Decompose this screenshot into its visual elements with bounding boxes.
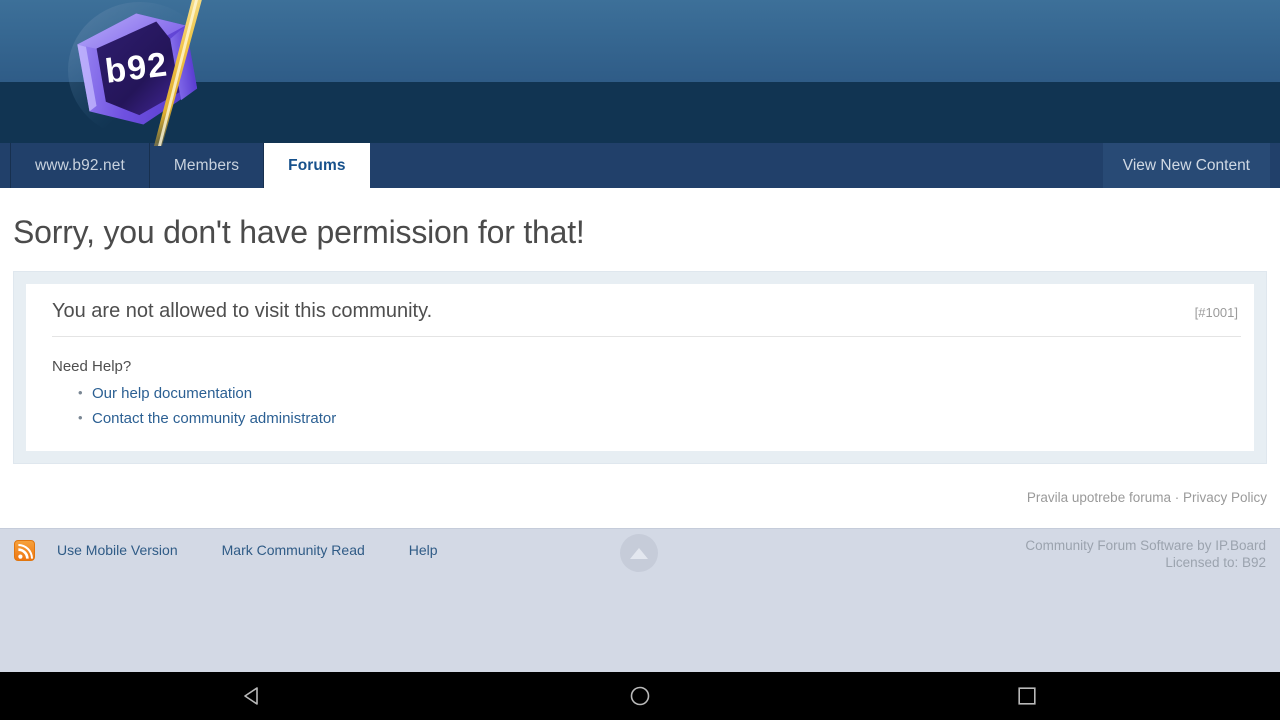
help-documentation-link[interactable]: Our help documentation — [92, 385, 252, 402]
recents-button[interactable] — [967, 672, 1087, 720]
message-header: You are not allowed to visit this commun… — [52, 300, 1241, 337]
contact-administrator-link[interactable]: Contact the community administrator — [92, 410, 336, 427]
policy-separator: · — [1170, 490, 1183, 505]
need-help-label: Need Help? — [52, 358, 132, 375]
forum-rules-link[interactable]: Pravila upotrebe foruma — [1027, 490, 1171, 505]
arrow-up-icon — [630, 547, 648, 559]
view-new-content-link[interactable]: View New Content — [1102, 143, 1270, 188]
use-mobile-version-link[interactable]: Use Mobile Version — [57, 542, 178, 558]
help-links-list: Our help documentation Contact the commu… — [52, 380, 1241, 431]
site-header-banner: b92 — [0, 0, 1280, 146]
privacy-policy-link[interactable]: Privacy Policy — [1183, 490, 1267, 505]
recents-icon — [1018, 687, 1036, 705]
tab-www-b92-net[interactable]: www.b92.net — [10, 143, 150, 188]
main-content: Sorry, you don't have permission for tha… — [0, 188, 1280, 528]
error-code: [#1001] — [1194, 305, 1238, 320]
page-title: Sorry, you don't have permission for tha… — [13, 214, 585, 250]
android-system-nav — [0, 672, 1280, 720]
permission-message-container: You are not allowed to visit this commun… — [13, 271, 1267, 464]
home-icon — [630, 686, 650, 706]
footer-credit-software: Community Forum Software by IP.Board — [1025, 538, 1266, 553]
back-icon — [244, 687, 259, 705]
policy-links: Pravila upotrebe foruma · Privacy Policy — [13, 464, 1267, 527]
footer-credit: Community Forum Software by IP.Board Lic… — [1025, 537, 1266, 571]
list-item: Our help documentation — [78, 380, 1241, 406]
mark-community-read-link[interactable]: Mark Community Read — [222, 542, 365, 558]
page-root: b92 www.b92.net Members Forums View New … — [0, 0, 1280, 720]
home-button[interactable] — [580, 672, 700, 720]
permission-message-panel: You are not allowed to visit this commun… — [26, 284, 1254, 451]
help-link[interactable]: Help — [409, 542, 438, 558]
list-item: Contact the community administrator — [78, 405, 1241, 431]
message-title: You are not allowed to visit this commun… — [52, 300, 433, 322]
header-dark-band — [0, 82, 1280, 143]
scroll-to-top-button[interactable] — [620, 534, 658, 572]
tab-forums[interactable]: Forums — [264, 143, 370, 188]
tab-members[interactable]: Members — [149, 143, 265, 188]
nav-tabs: www.b92.net Members Forums — [10, 143, 370, 188]
footer-credit-license: Licensed to: B92 — [1165, 555, 1266, 570]
primary-navbar: www.b92.net Members Forums View New Cont… — [0, 143, 1280, 188]
rss-icon[interactable] — [14, 539, 35, 561]
back-button[interactable] — [193, 672, 313, 720]
